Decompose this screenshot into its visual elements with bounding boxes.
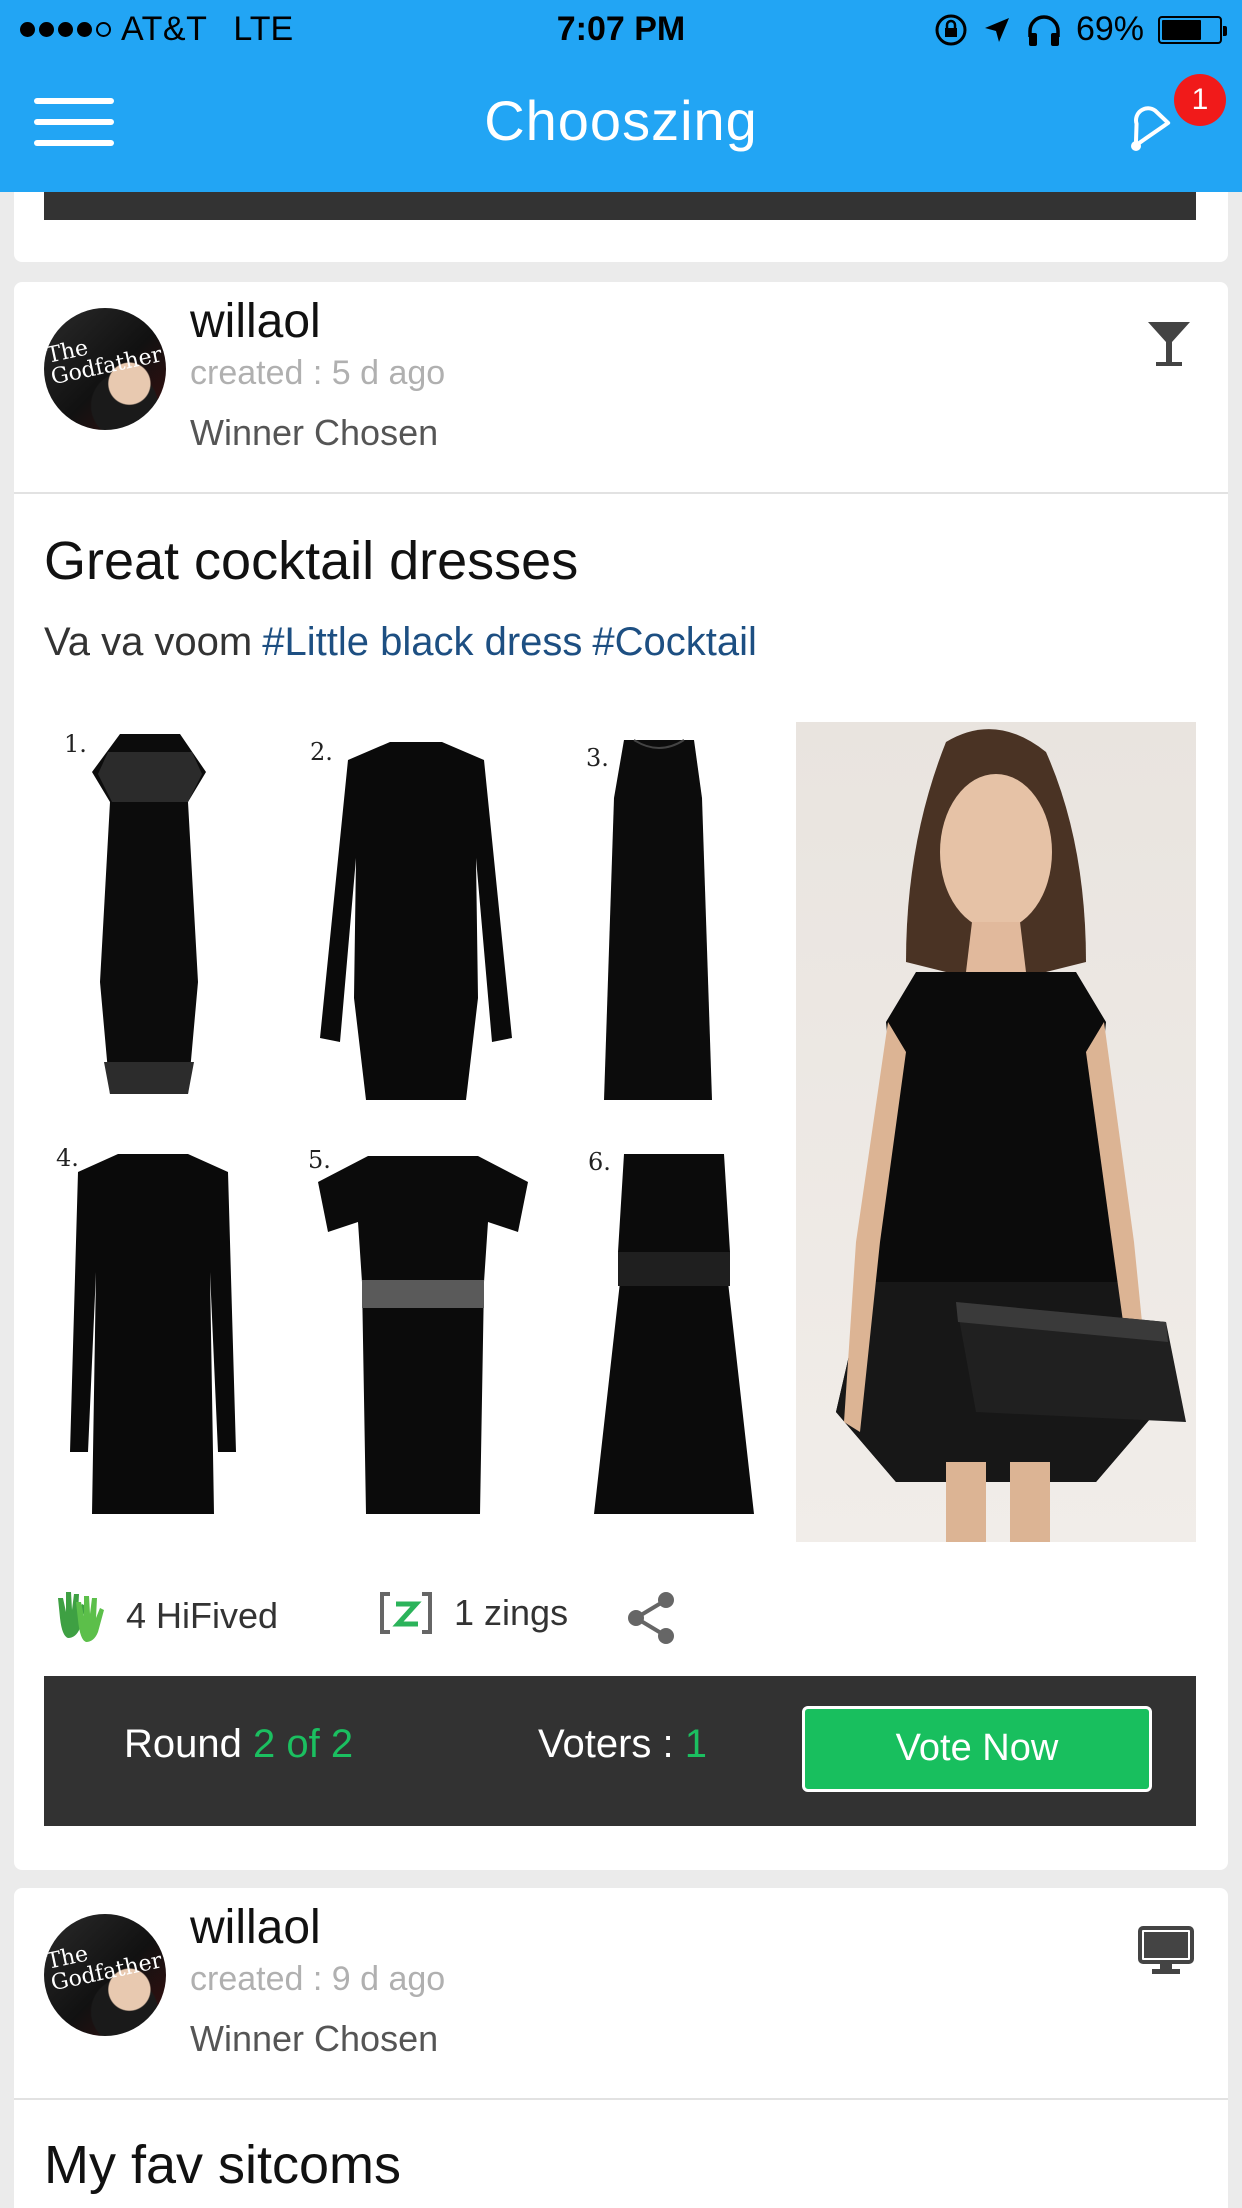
location-arrow-icon [984,17,1009,42]
dress-image [320,742,512,1100]
post-header: The Godfather willaol created : 9 d ago W… [14,1888,1228,2100]
hashtag-link[interactable]: #Cocktail [592,620,757,664]
round-label: Round [124,1722,242,1766]
dress-image [318,1156,528,1514]
dress-image [604,739,712,1100]
app-title: Chooszing [484,89,758,152]
vote-bar: Round 2 of 2 Voters : 1 Vote Now [44,1676,1196,1826]
dress-image [70,1154,236,1514]
post-stats: 4 HiFived 1 zings [44,1588,1196,1648]
battery-icon [1158,15,1227,44]
zing-count: 1 zings [454,1592,569,1633]
bell-icon[interactable] [1116,94,1180,158]
dress-image [92,734,206,1094]
description-text: Va va voom [44,620,253,664]
model-photo [796,722,1196,1542]
hifive-count: 4 HiFived [126,1595,279,1636]
username[interactable]: willaol [190,1900,321,1955]
previous-vote-bar [44,190,1196,220]
post-status: Winner Chosen [190,412,439,453]
hashtag-link[interactable]: #Little black dress [262,620,582,664]
battery-percent: 69% [1075,10,1144,48]
headphones-icon [1028,14,1060,46]
nav-bar: Chooszing 1 [0,60,1242,192]
post-card[interactable]: The Godfather willaol created : 9 d ago W… [14,1888,1228,2208]
post-title: Great cocktail dresses [44,531,579,591]
round-value: 2 of 2 [253,1722,354,1766]
avatar[interactable]: The Godfather [44,308,166,430]
monitor-icon [1138,1926,1194,1974]
post-title: My fav sitcoms [44,2135,402,2195]
avatar[interactable]: The Godfather [44,1914,166,2036]
voters-value: 1 [684,1722,707,1766]
orientation-lock-icon [935,14,967,45]
created-time: created : 9 d ago [190,1960,446,1998]
status-bar: AT&T LTE 7:07 PM 69% [0,0,1242,60]
username[interactable]: willaol [190,294,321,349]
share-icon[interactable] [624,1590,678,1646]
created-time: created : 5 d ago [190,354,446,392]
dress-image [594,1154,754,1514]
notification-badge: 1 [1174,74,1226,126]
post-card[interactable]: The Godfather willaol created : 5 d ago W… [14,282,1228,1870]
vote-now-button[interactable]: Vote Now [802,1706,1152,1792]
voters-info: Voters : 1 [538,1722,707,1767]
voters-label: Voters : [538,1722,674,1766]
post-image[interactable]: 1. 2. 3. 4. 5. 6. [44,722,1196,1542]
post-description: Va va voom #Little black dress #Cocktail [44,620,757,665]
top-bar: AT&T LTE 7:07 PM 69% Chooszing 1 [0,0,1242,192]
zing-button[interactable]: 1 zings [378,1588,568,1638]
cocktail-glass-icon [1148,322,1190,366]
hifive-hands-icon [58,1592,104,1642]
round-info: Round 2 of 2 [124,1722,353,1767]
post-header: The Godfather willaol created : 5 d ago W… [14,282,1228,494]
post-status: Winner Chosen [190,2018,439,2059]
hifive-button[interactable]: 4 HiFived [54,1588,278,1644]
zing-icon [380,1592,432,1634]
